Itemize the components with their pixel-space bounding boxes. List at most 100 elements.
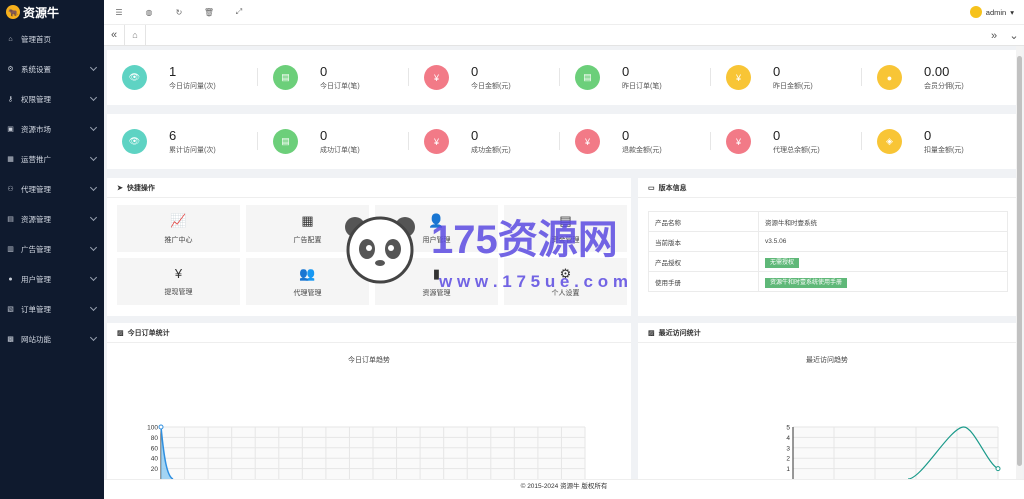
sidebar-item-icon: ▦ (7, 156, 14, 163)
fullscreen-icon[interactable]: ⤢ (224, 7, 254, 17)
quick-action-label: 代理管理 (293, 289, 322, 297)
paper-plane-icon: ➤ (117, 184, 123, 192)
refresh-icon[interactable]: ↻ (164, 8, 194, 17)
sidebar-item-icon: ▩ (7, 336, 14, 343)
stat-value: 0 (773, 63, 781, 79)
menu-toggle-icon[interactable]: ☰ (104, 8, 134, 17)
sidebar-item[interactable]: ▤ 资源管理 (0, 204, 104, 234)
tab-bar: « ⌂ » ⌄ (104, 24, 1024, 46)
sidebar-item-label: 系统设置 (21, 64, 51, 74)
stat-value: 6 (169, 127, 177, 143)
sidebar-item-label: 运营推广 (21, 154, 51, 164)
tab-scroll-left-icon[interactable]: « (104, 29, 124, 41)
scrollbar-thumb[interactable] (1017, 56, 1022, 466)
stats-row-today: 👁 1 今日访问量(次) ▤ 0 今日订单(笔) ¥0 今日金额(元) ▤ 0 昨日订单(笔) ¥0 昨… (107, 50, 1017, 105)
quick-action-button[interactable]: ▮ 资源管理 (375, 258, 498, 305)
stat-card: 👁 1 今日访问量(次) (107, 50, 258, 105)
sidebar-item-label: 资源管理 (21, 214, 51, 224)
sidebar-item-icon: ▥ (7, 246, 14, 253)
sidebar-item[interactable]: ▥ 广告管理 (0, 234, 104, 264)
stat-card: ▤ 0 成功订单(笔) (258, 114, 409, 169)
sidebar-item[interactable]: ⚷ 权限管理 (0, 84, 104, 114)
sidebar-item[interactable]: ⚇ 代理管理 (0, 174, 104, 204)
sidebar-item-icon: ⚇ (7, 186, 14, 193)
chevron-down-icon (89, 213, 98, 222)
stat-card: ▤ 0 今日订单(笔) (258, 50, 409, 105)
scrollbar[interactable] (1016, 46, 1023, 479)
quick-action-icon: ▦ (301, 212, 314, 228)
quick-action-label: 个人设置 (551, 289, 580, 297)
main-content: 👁 1 今日访问量(次) ▤ 0 今日订单(笔) ¥0 今日金额(元) ▤ 0 昨日订单(笔) ¥0 昨… (104, 46, 1017, 499)
quick-action-button[interactable]: ¥ 提现管理 (117, 258, 240, 305)
table-row: 产品名称 资源牛和时壹系统 (648, 211, 1008, 232)
y-tick-label: 5 (786, 425, 790, 432)
sidebar-item[interactable]: ▦ 运营推广 (0, 144, 104, 174)
chevron-down-icon (89, 93, 98, 102)
chevron-down-icon: ▾ (1010, 7, 1014, 17)
home-tab[interactable]: ⌂ (124, 24, 146, 46)
stat-label: 今日订单(笔) (320, 82, 360, 90)
stat-icon: ¥ (726, 129, 751, 154)
footer: © 2015-2024 资源牛 版权所有 (104, 479, 1024, 499)
version-key: 使用手册 (648, 271, 759, 292)
stat-card: ¥0 今日金额(元) (409, 50, 560, 105)
stat-label: 累计访问量(次) (169, 146, 216, 154)
version-key: 产品名称 (648, 211, 759, 232)
stat-card: ◈ 0 扣量金额(元) (862, 114, 1013, 169)
plot-area (793, 427, 998, 479)
sidebar-item-label: 资源市场 (21, 124, 51, 134)
y-tick-label: 2 (786, 456, 790, 463)
quick-action-label: 资源管理 (422, 289, 451, 297)
version-key: 当前版本 (648, 231, 759, 252)
sidebar-item[interactable]: ▣ 资源市场 (0, 114, 104, 144)
monitor-icon: ▭ (648, 184, 655, 192)
chevron-down-icon (89, 243, 98, 252)
quick-action-button[interactable]: 👤 用户管理 (375, 205, 498, 252)
stat-value: 0 (471, 63, 479, 79)
quick-action-button[interactable]: 📈 推广中心 (117, 205, 240, 252)
sidebar-item-icon: ⌂ (8, 35, 13, 43)
y-tick-label: 100 (147, 425, 158, 432)
quick-action-icon: 👤 (428, 212, 445, 228)
quick-action-icon: 📈 (170, 212, 187, 228)
quick-action-button[interactable]: ⚙ 个人设置 (504, 258, 627, 305)
sidebar-item[interactable]: ● 用户管理 (0, 264, 104, 294)
version-badge[interactable]: 资源牛和时壹系统使用手册 (765, 278, 848, 288)
order-stats-panel: ▨ 今日订单统计 今日订单趋势 100 80 60 40 20 (107, 323, 631, 479)
quick-action-label: 资金管理 (551, 236, 580, 244)
quick-action-button[interactable]: ▤ 资金管理 (504, 205, 627, 252)
stat-label: 扣量金额(元) (924, 146, 964, 154)
sidebar-item[interactable]: ▧ 订单管理 (0, 294, 104, 324)
sidebar-item-icon: ⚙ (7, 66, 14, 73)
y-tick-label: 60 (151, 445, 159, 452)
sidebar-item-label: 管理首页 (21, 34, 51, 44)
sidebar-item[interactable]: ⚙ 系统设置 (0, 54, 104, 84)
user-menu[interactable]: admin ▾ (969, 6, 1014, 18)
stat-value: 0 (773, 127, 781, 143)
stat-icon: 👁 (122, 65, 147, 90)
tab-menu-icon[interactable]: ⌄ (1004, 29, 1024, 42)
stat-icon: ◈ (877, 129, 902, 154)
tab-scroll-right-icon[interactable]: » (984, 30, 1004, 42)
sidebar-item[interactable]: ▩ 网站功能 (0, 324, 104, 354)
panel-title: 版本信息 (658, 184, 687, 192)
quick-action-button[interactable]: ▦ 广告配置 (246, 205, 369, 252)
stat-card: 👁 6 累计访问量(次) (107, 114, 258, 169)
stat-value: 0 (471, 127, 479, 143)
globe-icon[interactable]: ◍ (134, 8, 164, 17)
sidebar-item[interactable]: ⌂ 管理首页 (0, 24, 104, 54)
quick-action-label: 用户管理 (422, 236, 451, 244)
trash-icon[interactable]: 🗑 (194, 8, 224, 17)
data-point (995, 466, 1001, 472)
stat-value: 0 (924, 127, 932, 143)
sidebar-item-label: 用户管理 (21, 274, 51, 284)
logo: 🐂 资源牛 (0, 0, 104, 24)
sidebar-item-label: 广告管理 (21, 244, 51, 254)
version-value: v3.5.06 (765, 238, 787, 245)
stat-label: 成功订单(笔) (320, 146, 360, 154)
quick-action-icon: ¥ (174, 266, 183, 281)
stat-value: 0 (622, 63, 630, 79)
avatar (969, 6, 982, 18)
quick-action-button[interactable]: 👥 代理管理 (246, 258, 369, 305)
stat-label: 成功金额(元) (471, 146, 511, 154)
